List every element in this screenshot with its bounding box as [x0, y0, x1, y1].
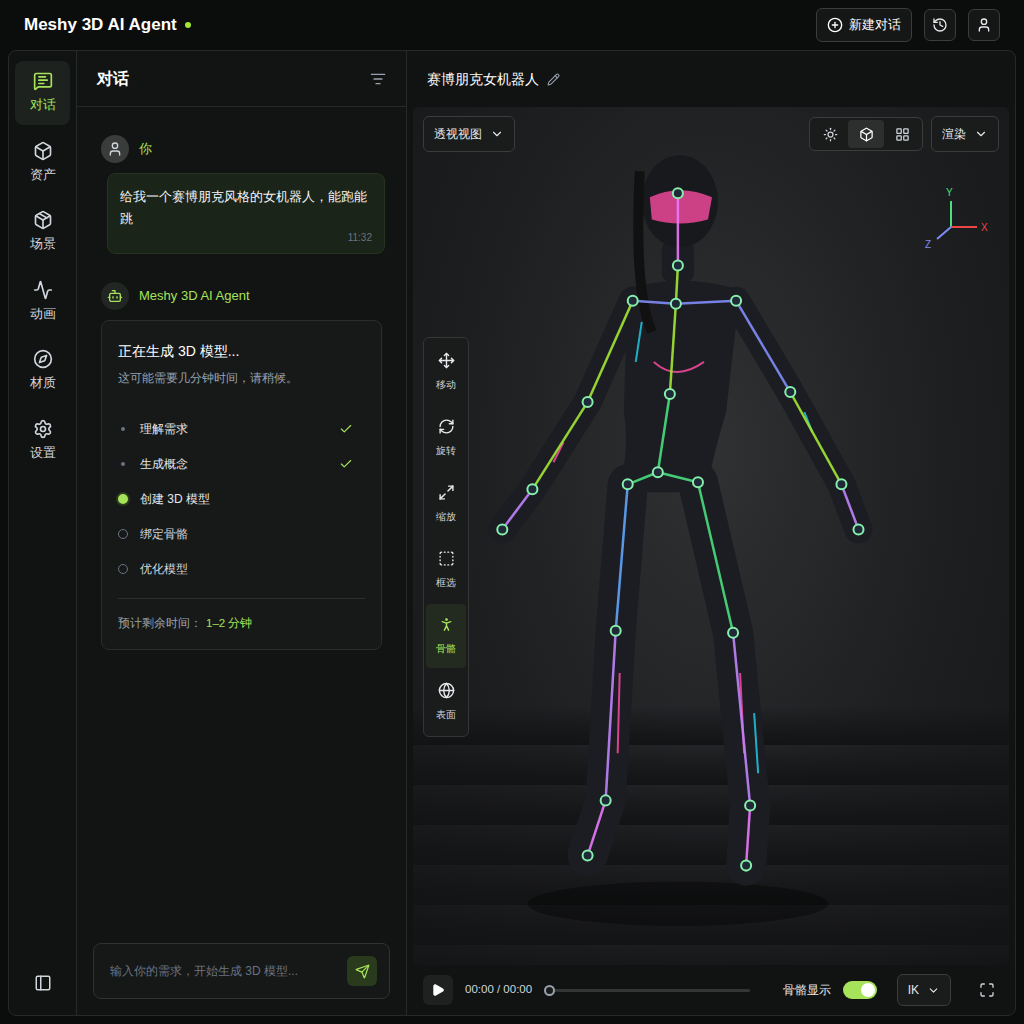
online-dot — [185, 22, 191, 28]
display-mode-toolbar — [809, 117, 923, 151]
eta-row: 预计剩余时间：1–2 分钟 — [118, 598, 365, 632]
render-dropdown[interactable]: 渲染 — [931, 116, 999, 152]
axis-gizmo: YXZ — [923, 187, 993, 257]
viewport-canvas[interactable]: 透视视图 渲染 YXZ 移动旋转缩放框选骨骼表面 — [413, 107, 1009, 965]
fullscreen-icon — [979, 982, 995, 998]
rotate-icon — [438, 418, 455, 435]
user-bubble: 给我一个赛博朋克风格的女机器人，能跑能跳11:32 — [107, 173, 385, 254]
workspace: 对话资产场景动画材质设置对话你给我一个赛博朋克风格的女机器人，能跑能跳11:32… — [8, 50, 1016, 1016]
message-list: 你给我一个赛博朋克风格的女机器人，能跑能跳11:32 Meshy 3D AI Ag… — [77, 107, 406, 935]
sun-icon — [823, 127, 838, 142]
top-bar: Meshy 3D AI Agent 新建对话 — [0, 0, 1024, 50]
play-icon — [431, 983, 445, 997]
user-message: 你给我一个赛博朋克风格的女机器人，能跑能跳11:32 — [101, 135, 382, 254]
package-icon — [33, 210, 53, 230]
view-mode-dropdown[interactable]: 透视视图 — [423, 116, 515, 152]
tool-button[interactable]: 缩放 — [426, 472, 466, 536]
display-mode-button[interactable] — [812, 120, 848, 148]
grid-icon — [895, 127, 910, 142]
chat-panel: 对话你给我一个赛博朋克风格的女机器人，能跑能跳11:32 Meshy 3D AI … — [77, 51, 407, 1015]
check-icon — [339, 422, 353, 436]
step-row: 理解需求 — [118, 411, 365, 446]
step-active-dot — [118, 494, 128, 504]
timeline-slider[interactable] — [544, 984, 750, 996]
viewport-panel: 赛博朋克女机器人透视视图 渲染 YXZ 移动旋转缩放框选骨骼表面 00:00 / 00:… — [407, 51, 1015, 1015]
viewport-header: 赛博朋克女机器人 — [407, 51, 1015, 107]
ik-dropdown[interactable]: IK — [897, 974, 951, 1006]
history-icon — [932, 17, 948, 33]
nav-item[interactable]: 对话 — [15, 61, 70, 125]
tool-button[interactable]: 骨骼 — [426, 604, 466, 668]
globe-icon — [438, 682, 455, 699]
scale-icon — [438, 484, 455, 501]
step-row: 创建 3D 模型 — [118, 481, 365, 516]
plus-icon — [827, 17, 843, 33]
robot-icon — [107, 288, 123, 304]
send-button[interactable] — [347, 956, 377, 986]
nav-item[interactable]: 动画 — [15, 270, 70, 334]
new-chat-button[interactable]: 新建对话 — [816, 8, 912, 42]
chat-input[interactable]: 输入你的需求，开始生成 3D 模型... — [93, 943, 390, 999]
move-icon — [438, 352, 455, 369]
send-icon — [355, 964, 370, 979]
tool-palette: 移动旋转缩放框选骨骼表面 — [423, 337, 469, 737]
panel-button[interactable] — [25, 965, 61, 1001]
floor — [413, 705, 1009, 965]
step-pending-dot — [118, 529, 128, 539]
step-row: 生成概念 — [118, 446, 365, 481]
history-button[interactable] — [924, 9, 956, 41]
user-icon — [976, 17, 992, 33]
step-dot — [121, 427, 125, 431]
check-icon — [339, 457, 353, 471]
cube-icon — [859, 127, 874, 142]
robot-model[interactable] — [413, 107, 1009, 965]
tool-button[interactable]: 移动 — [426, 340, 466, 404]
panel-icon — [34, 974, 52, 992]
nav-item[interactable]: 材质 — [15, 339, 70, 403]
filter-icon[interactable] — [370, 71, 386, 87]
time-readout: 00:00 / 00:00 — [465, 981, 532, 998]
nav-item[interactable]: 资产 — [15, 131, 70, 195]
animation-icon — [33, 280, 53, 300]
fullscreen-button[interactable] — [975, 978, 999, 1002]
tool-button[interactable]: 旋转 — [426, 406, 466, 470]
step-row: 优化模型 — [118, 551, 365, 586]
material-icon — [33, 349, 53, 369]
gear-icon — [33, 419, 53, 439]
user-avatar — [101, 135, 129, 163]
chat-header: 对话 — [77, 51, 406, 107]
cube-icon — [33, 141, 53, 161]
user-button[interactable] — [968, 9, 1000, 41]
step-row: 绑定骨骼 — [118, 516, 365, 551]
progress-card: 正在生成 3D 模型...这可能需要几分钟时间，请稍候。理解需求生成概念创建 3… — [101, 320, 382, 650]
chat-icon — [33, 71, 53, 91]
agent-message: Meshy 3D AI Agent正在生成 3D 模型...这可能需要几分钟时间… — [101, 282, 382, 650]
app-title: Meshy 3D AI Agent — [24, 12, 177, 38]
timeline-bar: 00:00 / 00:00骨骼显示IK — [407, 965, 1015, 1015]
box-select-icon — [438, 550, 455, 567]
skeleton-icon — [438, 616, 455, 633]
chevron-down-icon — [490, 127, 504, 141]
tool-button[interactable]: 框选 — [426, 538, 466, 602]
nav-item[interactable]: 场景 — [15, 200, 70, 264]
chevron-down-icon — [974, 127, 988, 141]
nav-item[interactable]: 设置 — [15, 409, 70, 473]
play-button[interactable] — [423, 975, 453, 1005]
step-dot — [121, 462, 125, 466]
agent-avatar — [101, 282, 129, 310]
tool-button[interactable]: 表面 — [426, 670, 466, 734]
nav-rail: 对话资产场景动画材质设置 — [9, 51, 77, 1015]
chevron-down-icon — [927, 984, 940, 997]
input-area: 输入你的需求，开始生成 3D 模型... — [77, 935, 406, 1015]
user-icon — [107, 141, 123, 157]
app: Meshy 3D AI Agent新建对话对话资产场景动画材质设置对话你给我一个… — [0, 0, 1024, 1024]
edit-icon[interactable] — [547, 73, 560, 86]
display-mode-button[interactable] — [884, 120, 920, 148]
step-pending-dot — [118, 564, 128, 574]
display-mode-button[interactable] — [848, 120, 884, 148]
step-list: 理解需求生成概念创建 3D 模型绑定骨骼优化模型 — [118, 411, 365, 586]
skeleton-toggle[interactable] — [843, 981, 877, 999]
slider-thumb[interactable] — [544, 985, 555, 996]
